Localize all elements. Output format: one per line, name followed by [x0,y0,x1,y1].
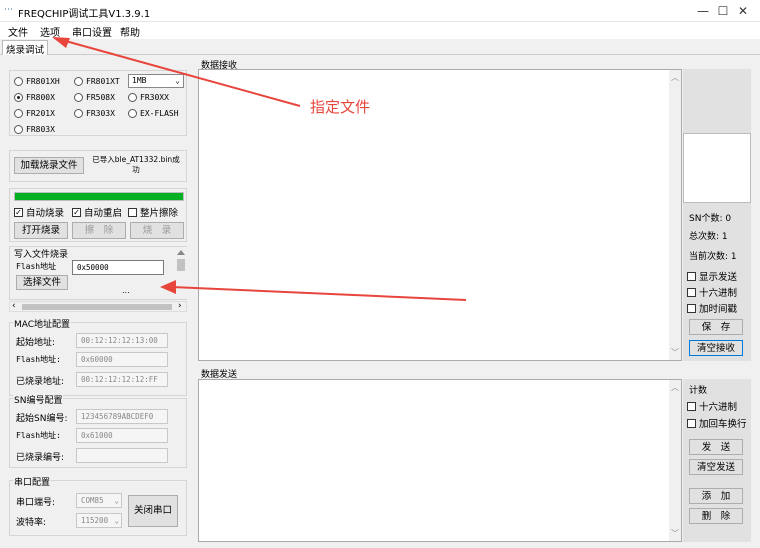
arrow-to-select-file [171,286,467,301]
annotation-label: 指定文件 [310,98,371,116]
annotation-overlay [52,37,467,301]
arrowhead-icon [52,37,70,48]
arrowhead-icon [160,280,176,294]
arrow-to-options-menu [61,39,301,107]
minimize-button[interactable]: — [686,0,720,22]
